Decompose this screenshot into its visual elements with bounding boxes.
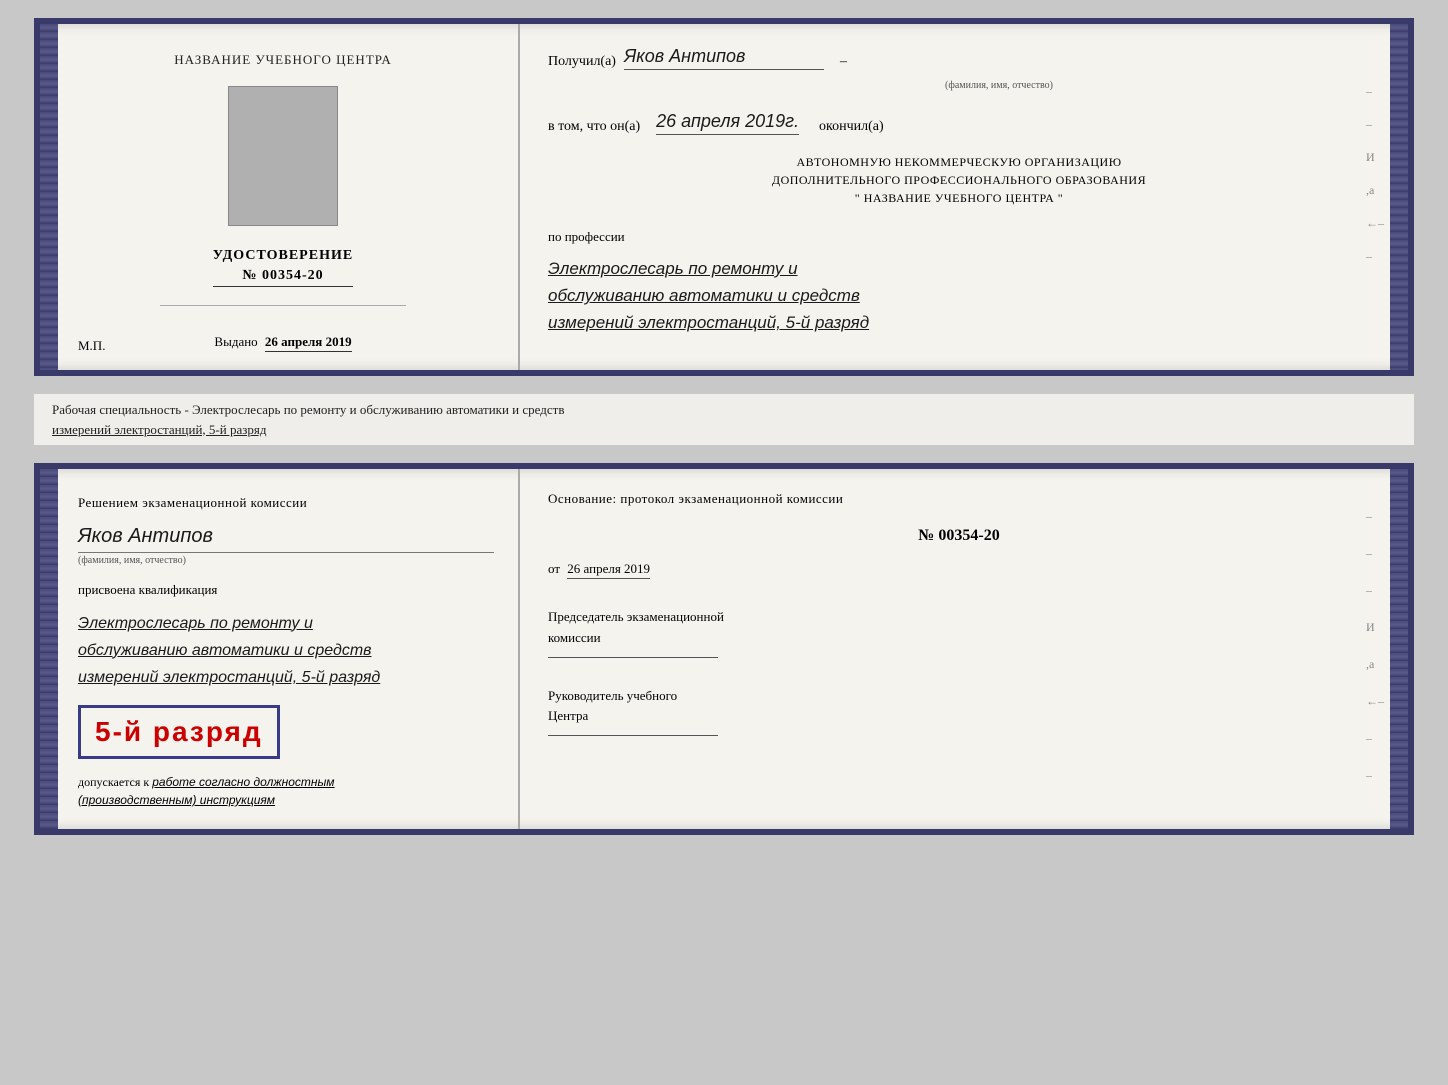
po-professii: по профессии bbox=[548, 229, 1370, 245]
between-line1: Рабочая специальность - Электрослесарь п… bbox=[52, 400, 1396, 420]
issued-date: 26 апреля 2019 bbox=[265, 334, 352, 352]
chairman-label: Председатель экзаменационной bbox=[548, 607, 1370, 628]
protocol-date: от 26 апреля 2019 bbox=[548, 561, 1370, 577]
org-block: АВТОНОМНУЮ НЕКОММЕРЧЕСКУЮ ОРГАНИЗАЦИЮ ДО… bbox=[548, 153, 1370, 207]
qual-line3: измерений электростанций, 5-й разряд bbox=[78, 664, 494, 691]
cert-number: № 00354-20 bbox=[213, 268, 353, 287]
allowed-block: допускается к работе согласно должностны… bbox=[78, 773, 494, 809]
issued-label: Выдано bbox=[214, 334, 257, 349]
ot-label: от bbox=[548, 561, 560, 576]
org-line1: АВТОНОМНУЮ НЕКОММЕРЧЕСКУЮ ОРГАНИЗАЦИЮ bbox=[548, 153, 1370, 171]
profession-line3: измерений электростанций, 5-й разряд bbox=[548, 309, 1370, 336]
prisvoyena-label: присвоена квалификация bbox=[78, 582, 494, 598]
org-line2: ДОПОЛНИТЕЛЬНОГО ПРОФЕССИОНАЛЬНОГО ОБРАЗО… bbox=[548, 171, 1370, 189]
poluchil-label: Получил(а) bbox=[548, 54, 616, 70]
qual-left-panel: Решением экзаменационной комиссии Яков А… bbox=[40, 469, 520, 829]
issued-line: Выдано 26 апреля 2019 bbox=[214, 334, 351, 350]
work-text: работе согласно должностным bbox=[152, 775, 334, 789]
org-name-line: " НАЗВАНИЕ УЧЕБНОГО ЦЕНТРА " bbox=[548, 189, 1370, 207]
bottom-document: Решением экзаменационной комиссии Яков А… bbox=[34, 463, 1414, 835]
vtom-row: в том, что он(а) 26 апреля 2019г. окончи… bbox=[548, 111, 1370, 135]
qual-profession: Электрослесарь по ремонту и обслуживанию… bbox=[78, 610, 494, 692]
mp-label: М.П. bbox=[78, 338, 105, 354]
osnovanie-label: Основание: протокол экзаменационной коми… bbox=[548, 491, 1370, 507]
profession-text: Электрослесарь по ремонту и обслуживанию… bbox=[548, 255, 1370, 337]
right-side-marks-bottom: – – – И ,а ←– – – bbox=[1366, 509, 1384, 783]
top-cert-left: НАЗВАНИЕ УЧЕБНОГО ЦЕНТРА УДОСТОВЕРЕНИЕ №… bbox=[40, 24, 520, 370]
vtom-label: в том, что он(а) bbox=[548, 119, 640, 135]
protocol-number: № 00354-20 bbox=[548, 527, 1370, 545]
rank-box: 5-й разряд bbox=[78, 705, 280, 759]
rukovoditel-block: Руководитель учебного Центра bbox=[548, 686, 1370, 737]
rukovoditel-label2: Центра bbox=[548, 706, 1370, 727]
protocol-date-value: 26 апреля 2019 bbox=[567, 561, 650, 579]
rukovoditel-label: Руководитель учебного bbox=[548, 686, 1370, 707]
top-document: НАЗВАНИЕ УЧЕБНОГО ЦЕНТРА УДОСТОВЕРЕНИЕ №… bbox=[34, 18, 1414, 376]
date-value: 26 апреля 2019г. bbox=[656, 111, 799, 135]
udostoverenie-label: УДОСТОВЕРЕНИЕ bbox=[213, 248, 353, 264]
resheniem-label: Решением экзаменационной комиссии bbox=[78, 493, 494, 513]
chairman-block: Председатель экзаменационной комиссии bbox=[548, 607, 1370, 658]
org-quote-close: " bbox=[1058, 191, 1063, 205]
fio-label-top: (фамилия, имя, отчество) bbox=[628, 80, 1370, 91]
photo-placeholder bbox=[228, 86, 338, 226]
okonchil-label: окончил(а) bbox=[819, 119, 884, 135]
between-label: Рабочая специальность - Электрослесарь п… bbox=[34, 394, 1414, 445]
training-center-title: НАЗВАНИЕ УЧЕБНОГО ЦЕНТРА bbox=[174, 52, 391, 68]
top-cert-right: Получил(а) Яков Антипов – (фамилия, имя,… bbox=[520, 24, 1408, 370]
instruction-text: (производственным) инструкциям bbox=[78, 793, 275, 807]
qual-fio-label: (фамилия, имя, отчество) bbox=[78, 552, 494, 566]
profession-line2: обслуживанию автоматики и средств bbox=[548, 282, 1370, 309]
dopuskaetsya-label: допускается к bbox=[78, 775, 149, 789]
rank-text: 5-й разряд bbox=[95, 716, 263, 748]
chairman-label2: комиссии bbox=[548, 628, 1370, 649]
recipient-row: Получил(а) Яков Антипов – bbox=[548, 46, 1370, 70]
qual-name: Яков Антипов bbox=[78, 525, 494, 548]
qual-right-panel: Основание: протокол экзаменационной коми… bbox=[520, 469, 1408, 829]
recipient-name: Яков Антипов bbox=[624, 46, 824, 70]
qual-line2: обслуживанию автоматики и средств bbox=[78, 637, 494, 664]
qual-line1: Электрослесарь по ремонту и bbox=[78, 610, 494, 637]
profession-line1: Электрослесарь по ремонту и bbox=[548, 255, 1370, 282]
right-edge-marks: – – И ,а ←– – bbox=[1366, 84, 1384, 264]
org-quote-open: " bbox=[855, 191, 860, 205]
org-name: НАЗВАНИЕ УЧЕБНОГО ЦЕНТРА bbox=[864, 191, 1055, 205]
between-line2: измерений электростанций, 5-й разряд bbox=[52, 420, 1396, 440]
